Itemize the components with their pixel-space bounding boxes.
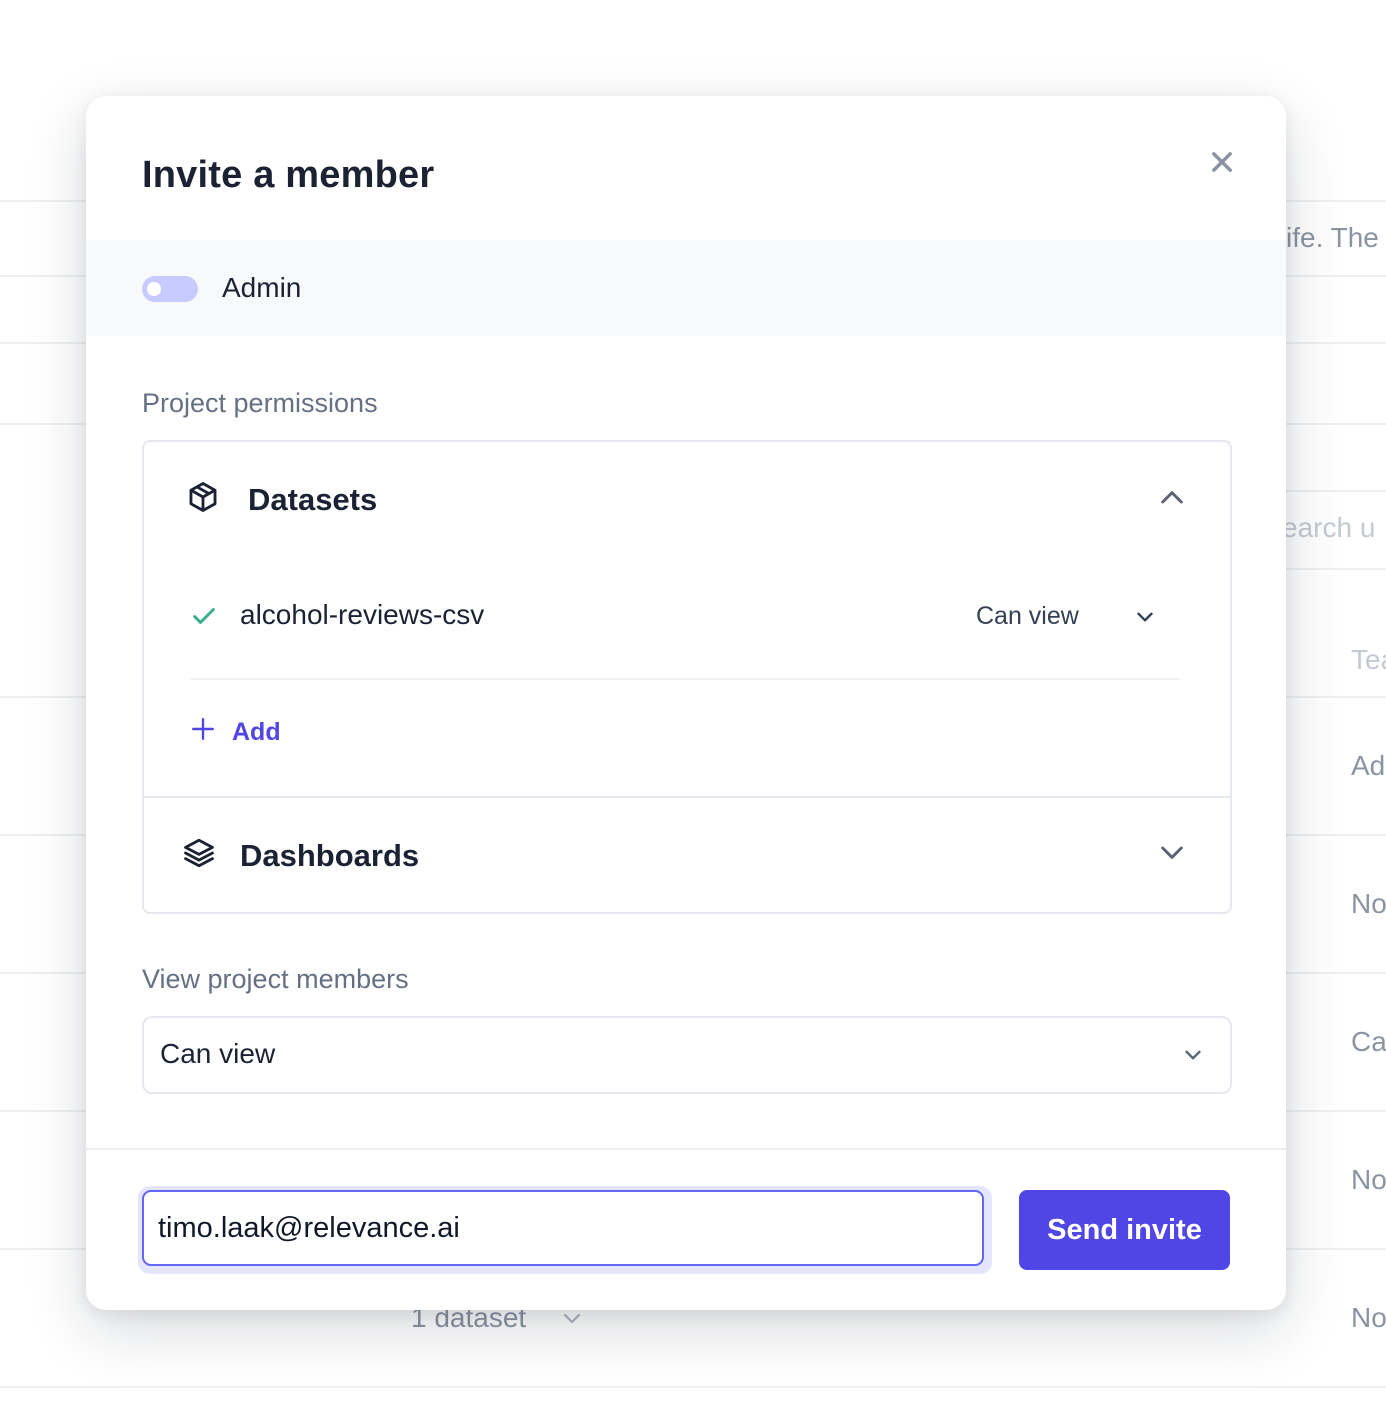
view-project-members-select[interactable]: Can view xyxy=(142,1016,1232,1094)
add-dataset-label: Add xyxy=(232,718,281,746)
bg-row-value: No xyxy=(1351,1302,1386,1333)
project-permissions-label: Project permissions xyxy=(142,388,378,418)
bg-description-text: ife. The xyxy=(1286,222,1379,253)
bg-row-value: No xyxy=(1351,1164,1386,1195)
email-input[interactable] xyxy=(142,1190,984,1266)
datasets-section-header[interactable]: Datasets xyxy=(144,442,1230,562)
bg-column-header: Tea xyxy=(1351,644,1386,675)
plus-icon xyxy=(192,718,214,740)
footer-divider xyxy=(86,1148,1286,1150)
chevron-down-icon xyxy=(1185,1050,1201,1060)
check-icon xyxy=(193,608,215,624)
admin-toggle[interactable] xyxy=(142,276,198,302)
close-button[interactable] xyxy=(1202,142,1242,182)
invite-member-modal: Invite a member Admin Project permission… xyxy=(86,96,1286,1310)
bg-row-value: Ca xyxy=(1351,1026,1386,1057)
admin-toggle-row: Admin xyxy=(86,240,1286,336)
dataset-permission-select[interactable]: Can view xyxy=(970,596,1170,640)
send-invite-button[interactable]: Send invite xyxy=(1019,1190,1230,1270)
dashboards-section-header[interactable]: Dashboards xyxy=(144,798,1230,910)
close-icon xyxy=(1212,152,1232,172)
toggle-knob xyxy=(147,282,161,296)
bg-divider xyxy=(0,1386,1386,1388)
layers-icon xyxy=(184,838,214,868)
admin-toggle-label: Admin xyxy=(222,272,302,303)
bg-row-value: Ad xyxy=(1351,750,1386,781)
dashboards-section-title: Dashboards xyxy=(240,838,420,873)
view-project-members-label: View project members xyxy=(142,964,409,994)
chevron-down-icon xyxy=(1161,846,1183,859)
datasets-section-title: Datasets xyxy=(248,482,378,517)
project-permissions-panel: Datasets alcohol-reviews-csv Can view Ad… xyxy=(142,440,1232,914)
chevron-up-icon xyxy=(1161,491,1183,504)
dataset-permission-row: alcohol-reviews-csv Can view xyxy=(190,592,1180,680)
email-field-focus-ring xyxy=(138,1186,992,1274)
bg-row-value: No xyxy=(1351,888,1386,919)
cube-icon xyxy=(189,482,217,512)
dataset-name: alcohol-reviews-csv xyxy=(240,599,485,630)
view-project-members-value: Can view xyxy=(160,1038,276,1069)
modal-title: Invite a member xyxy=(142,154,435,196)
dataset-permission-value: Can view xyxy=(976,602,1079,630)
chevron-down-icon xyxy=(1137,612,1153,622)
bg-search-placeholder: earch u xyxy=(1282,512,1376,543)
